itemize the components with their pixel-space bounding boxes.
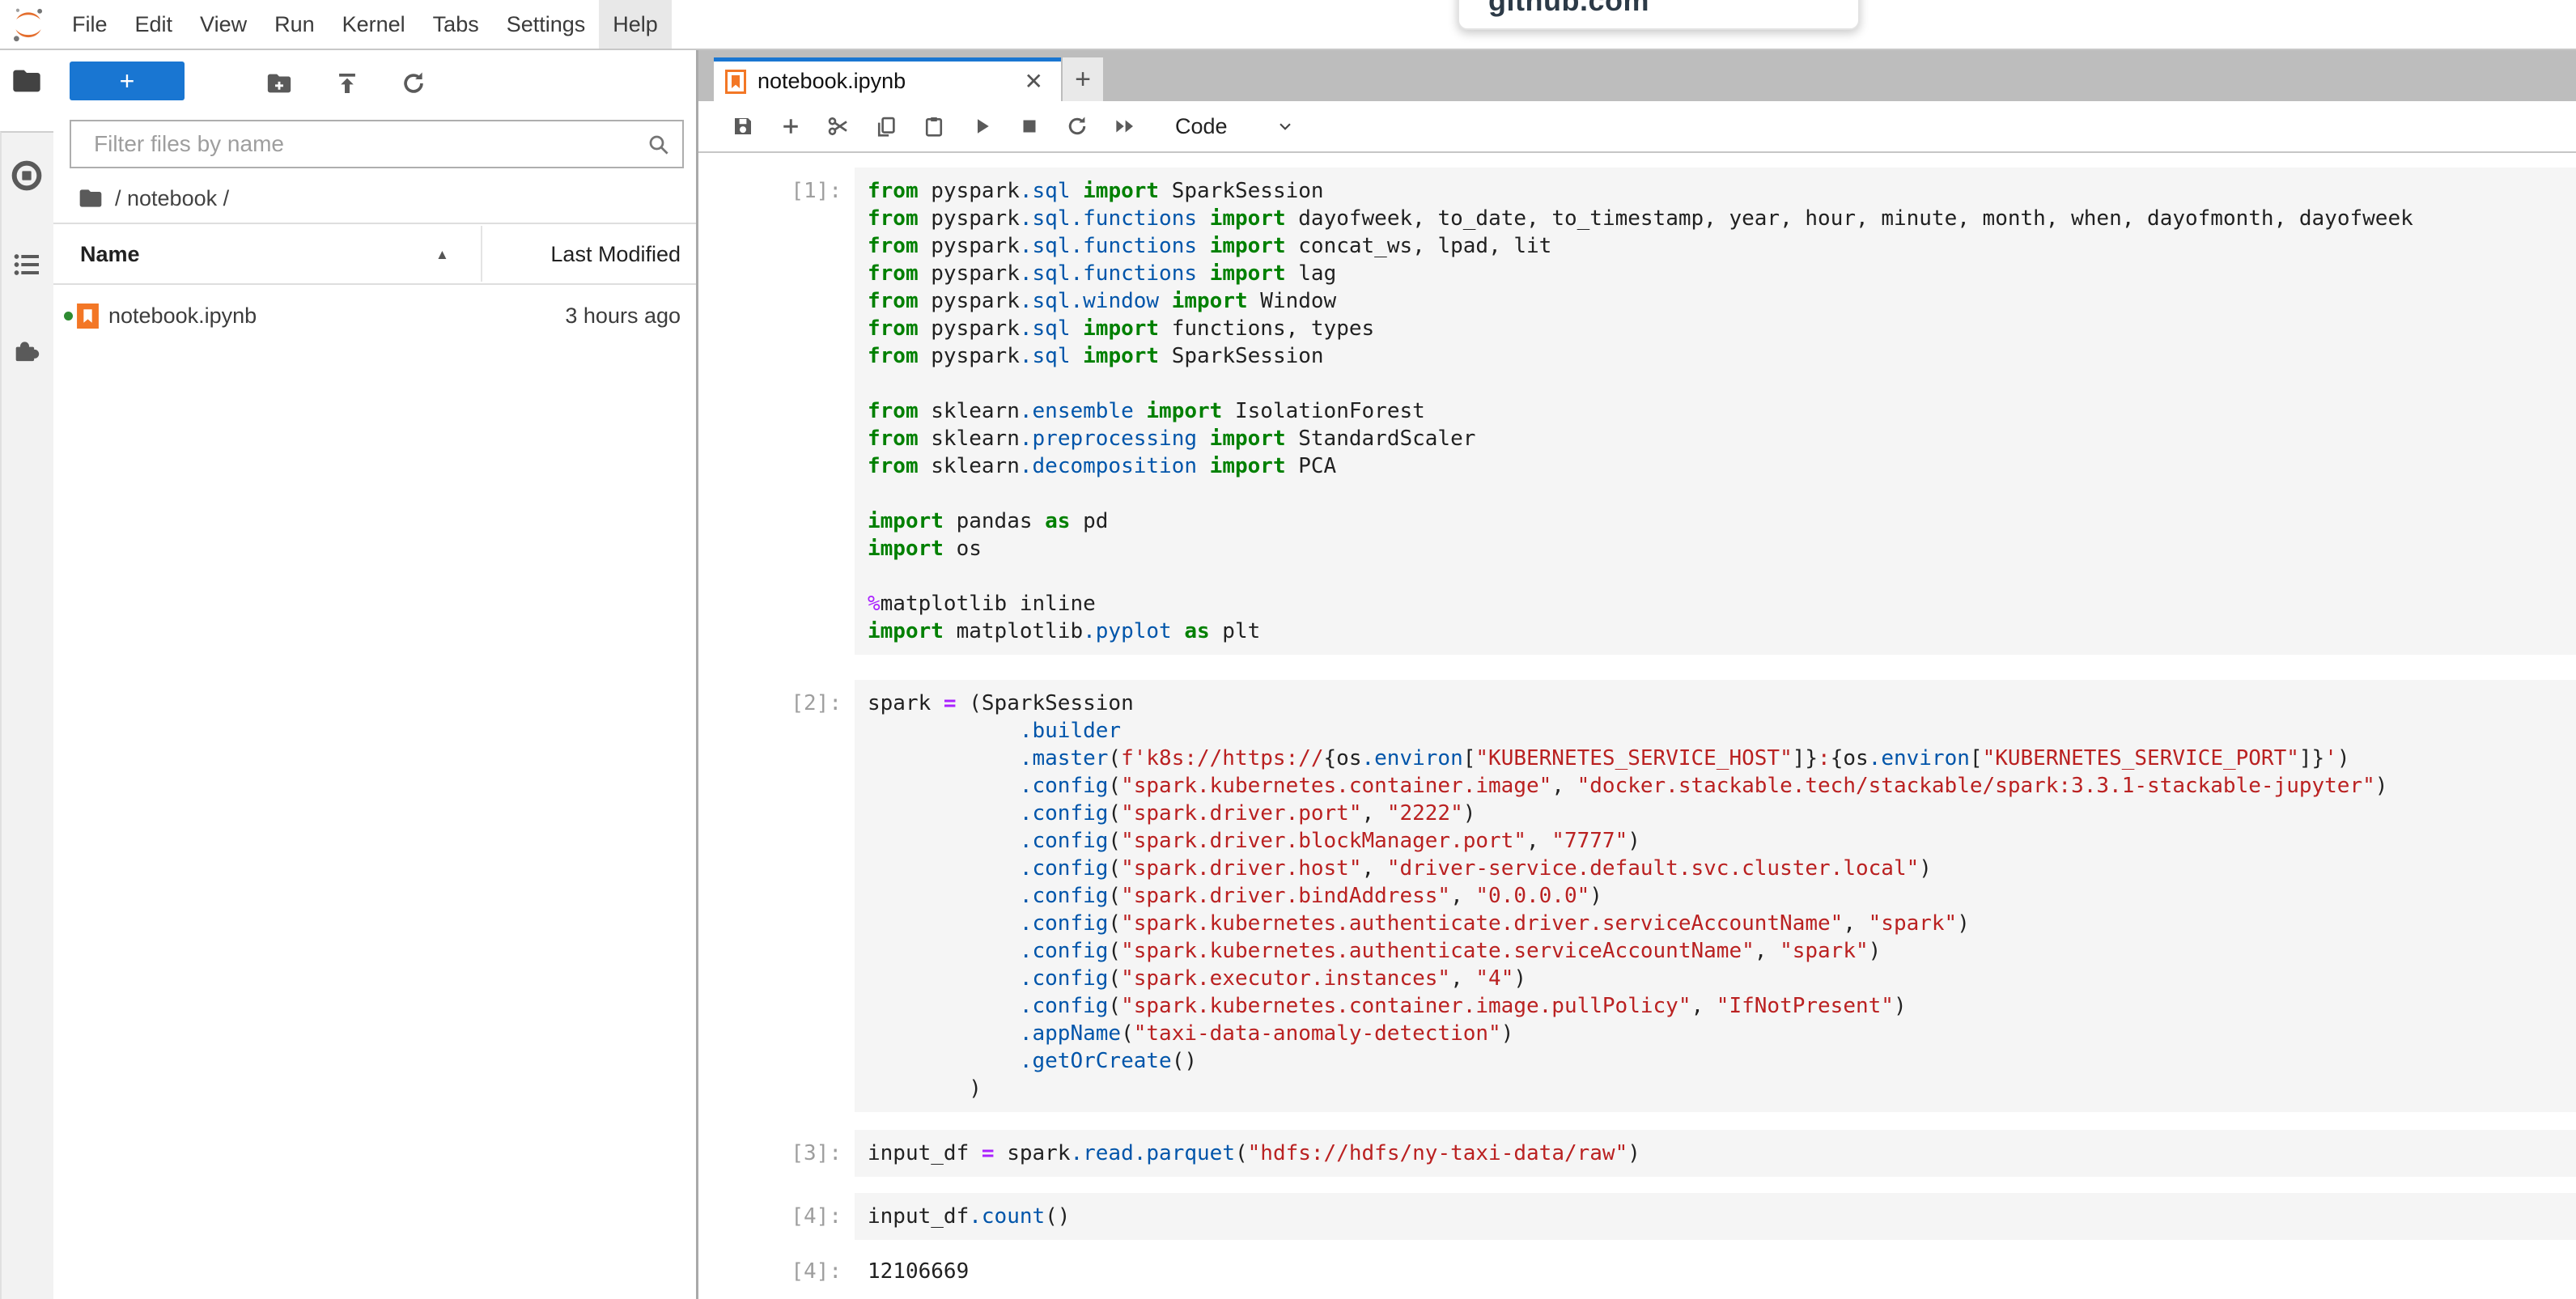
filter-files-input[interactable] bbox=[71, 121, 682, 167]
running-indicator-dot bbox=[64, 312, 73, 321]
cell-input[interactable]: input_df.count() bbox=[855, 1193, 2576, 1240]
new-launcher-button[interactable]: + bbox=[70, 62, 185, 100]
column-header-name[interactable]: Name bbox=[80, 224, 140, 285]
interrupt-kernel-button[interactable] bbox=[1017, 114, 1042, 138]
cell-output-prompt: [4]: bbox=[698, 1258, 855, 1285]
notebook-cells: [1]:from pyspark.sql import SparkSession… bbox=[698, 153, 2576, 1299]
sidebar-tab-table-of-contents[interactable] bbox=[11, 248, 43, 281]
folder-icon bbox=[11, 65, 43, 97]
cell-input-prompt: [1]: bbox=[698, 168, 855, 655]
sort-ascending-icon[interactable]: ▲ bbox=[435, 224, 449, 285]
cell-input-prompt: [4]: bbox=[698, 1193, 855, 1240]
sidebar-tab-file-browser[interactable] bbox=[11, 65, 43, 97]
new-tab-button[interactable]: + bbox=[1063, 57, 1103, 101]
file-name: notebook.ipynb bbox=[108, 304, 257, 329]
tab-notebook[interactable]: notebook.ipynb ✕ bbox=[714, 57, 1061, 101]
restart-icon bbox=[1065, 114, 1089, 138]
restart-kernel-button[interactable] bbox=[1065, 114, 1089, 138]
cell-type-value: Code bbox=[1175, 114, 1228, 139]
dock-panel: notebook.ipynb ✕ + bbox=[698, 50, 2576, 1299]
activity-bar bbox=[0, 50, 53, 1299]
breadcrumb-path: / notebook / bbox=[115, 186, 229, 211]
upload-icon bbox=[333, 70, 361, 97]
menu-item-view[interactable]: View bbox=[186, 0, 261, 49]
sidebar-tab-running-sessions[interactable] bbox=[11, 159, 43, 192]
cell-input-prompt: [2]: bbox=[698, 680, 855, 1112]
copy-cells-button[interactable] bbox=[874, 114, 898, 138]
save-icon bbox=[731, 114, 755, 138]
new-folder-button[interactable] bbox=[265, 70, 293, 97]
cell-source: from pyspark.sql import SparkSession fro… bbox=[868, 177, 2576, 645]
popup-text: github.com bbox=[1488, 0, 1649, 18]
file-listing: notebook.ipynb 3 hours ago bbox=[53, 285, 696, 1299]
cell-type-dropdown[interactable]: Code bbox=[1175, 114, 1296, 139]
code-cell[interactable]: [3]: input_df = spark.read.parquet("hdfs:… bbox=[698, 1130, 2576, 1177]
add-cell-button[interactable] bbox=[779, 114, 803, 138]
paste-icon bbox=[922, 114, 946, 138]
tab-title: notebook.ipynb bbox=[758, 69, 906, 94]
close-icon[interactable]: ✕ bbox=[1020, 68, 1048, 95]
menu-item-file[interactable]: File bbox=[58, 0, 121, 49]
restart-run-all-button[interactable] bbox=[1113, 114, 1137, 138]
file-browser-panel: + / not bbox=[53, 50, 698, 1299]
file-browser-toolbar: + bbox=[53, 50, 696, 120]
fast-forward-icon bbox=[1113, 114, 1137, 138]
scissors-icon bbox=[826, 114, 851, 138]
column-header-last-modified[interactable]: Last Modified bbox=[550, 224, 681, 285]
list-icon bbox=[11, 248, 43, 281]
cell-input-prompt: [3]: bbox=[698, 1130, 855, 1177]
menu-item-edit[interactable]: Edit bbox=[121, 0, 187, 49]
code-cell[interactable]: [1]:from pyspark.sql import SparkSession… bbox=[698, 168, 2576, 655]
stop-circle-icon bbox=[11, 159, 43, 192]
file-modified: 3 hours ago bbox=[565, 304, 681, 329]
file-listing-header: Name ▲ Last Modified bbox=[53, 223, 696, 285]
cell-input[interactable]: from pyspark.sql import SparkSession fro… bbox=[855, 168, 2576, 655]
run-cell-button[interactable] bbox=[970, 114, 994, 138]
file-row[interactable]: notebook.ipynb 3 hours ago bbox=[53, 285, 696, 346]
notebook-file-icon bbox=[725, 70, 746, 94]
menu-item-run[interactable]: Run bbox=[261, 0, 329, 49]
cell-source: input_df = spark.read.parquet("hdfs://hd… bbox=[868, 1140, 2576, 1167]
cell-output-value: 12106669 bbox=[855, 1258, 969, 1285]
puzzle-icon bbox=[11, 333, 43, 366]
refresh-button[interactable] bbox=[400, 70, 427, 97]
cell-output: [4]:12106669 bbox=[698, 1258, 2576, 1285]
menu-items: FileEditViewRunKernelTabsSettingsHelp bbox=[58, 0, 672, 49]
paste-cells-button[interactable] bbox=[922, 114, 946, 138]
cell-input[interactable]: input_df = spark.read.parquet("hdfs://hd… bbox=[855, 1130, 2576, 1177]
cell-source: input_df.count() bbox=[868, 1203, 2576, 1230]
sidebar-tab-extensions[interactable] bbox=[11, 333, 43, 366]
chevron-down-icon bbox=[1275, 116, 1296, 137]
folder-icon bbox=[78, 185, 104, 211]
jupyter-logo-icon bbox=[10, 6, 47, 43]
menu-bar: FileEditViewRunKernelTabsSettingsHelp bbox=[0, 0, 2576, 50]
menu-item-help[interactable]: Help bbox=[599, 0, 672, 49]
cell-source: spark = (SparkSession .builder .master(f… bbox=[868, 690, 2576, 1102]
menu-item-kernel[interactable]: Kernel bbox=[329, 0, 419, 49]
new-folder-icon bbox=[265, 70, 293, 97]
filter-box bbox=[70, 120, 684, 168]
code-cell[interactable]: [2]:spark = (SparkSession .builder .mast… bbox=[698, 680, 2576, 1112]
upload-button[interactable] bbox=[333, 70, 361, 97]
menu-item-tabs[interactable]: Tabs bbox=[419, 0, 493, 49]
breadcrumb[interactable]: / notebook / bbox=[78, 182, 229, 214]
search-icon bbox=[647, 133, 671, 157]
stop-icon bbox=[1017, 114, 1042, 138]
cell-input[interactable]: spark = (SparkSession .builder .master(f… bbox=[855, 680, 2576, 1112]
copy-icon bbox=[874, 114, 898, 138]
activity-bar-background bbox=[0, 131, 53, 1299]
notebook-file-icon bbox=[77, 304, 99, 329]
refresh-icon bbox=[400, 70, 427, 97]
run-icon bbox=[970, 114, 994, 138]
code-cell[interactable]: [4]: input_df.count() bbox=[698, 1193, 2576, 1240]
cut-cells-button[interactable] bbox=[826, 114, 851, 138]
notebook-toolbar: Code bbox=[698, 101, 2576, 153]
save-button[interactable] bbox=[731, 114, 755, 138]
document-tab-bar: notebook.ipynb ✕ + bbox=[698, 50, 2576, 101]
popup-bubble: github.com bbox=[1458, 0, 1860, 30]
plus-icon bbox=[779, 114, 803, 138]
column-divider bbox=[481, 226, 482, 282]
menu-item-settings[interactable]: Settings bbox=[493, 0, 600, 49]
